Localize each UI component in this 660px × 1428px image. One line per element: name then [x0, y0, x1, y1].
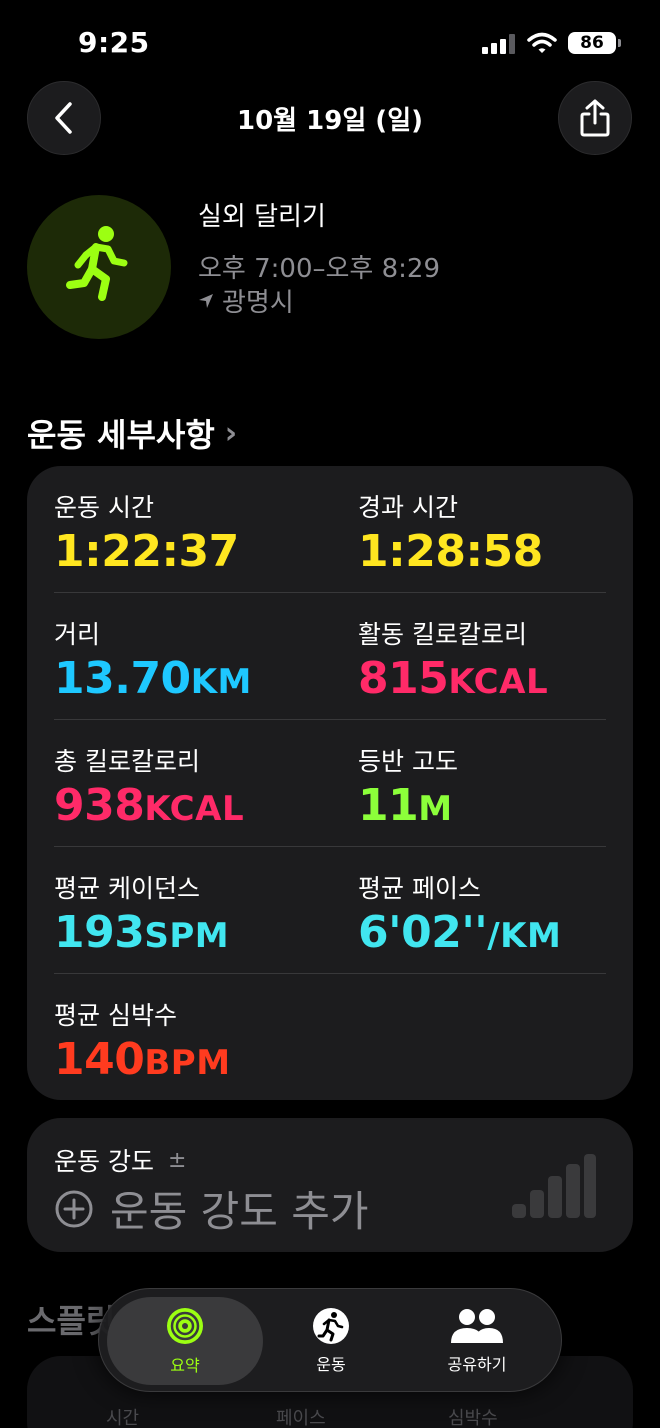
- status-time: 9:25: [78, 26, 150, 59]
- add-effort-label: 운동 강도 추가: [110, 1187, 369, 1236]
- plus-circle-icon: [55, 1190, 93, 1227]
- share-icon: [580, 99, 610, 137]
- workout-time-range: 오후 7:00–오후 8:29: [198, 254, 440, 284]
- metric-avg-heart-rate: 평균 심박수 140BPM: [54, 996, 231, 1085]
- metric-workout-time: 운동 시간 1:22:37: [54, 488, 239, 577]
- metric-label: 경과 시간: [358, 493, 458, 522]
- metric-value: 11M: [358, 780, 458, 831]
- metric-value: 193SPM: [54, 907, 229, 958]
- cellular-signal-icon: [482, 34, 516, 54]
- wifi-icon: [527, 32, 557, 58]
- workout-details-link[interactable]: 운동 세부사항 ›: [27, 410, 237, 456]
- tab-bar: 요약 운동 공유하기: [98, 1288, 562, 1392]
- metric-unit: SPM: [144, 916, 230, 956]
- metric-label: 활동 킬로칼로리: [358, 620, 527, 649]
- metric-active-calories: 활동 킬로칼로리 815KCAL: [358, 615, 548, 704]
- tab-workouts[interactable]: 운동: [263, 1289, 399, 1393]
- metric-number: 6'02'': [358, 907, 488, 958]
- effort-bars-icon: [512, 1154, 596, 1218]
- workout-name: 실외 달리기: [198, 202, 326, 232]
- divider: [54, 973, 606, 974]
- workout-details-card: 운동 시간 1:22:37 경과 시간 1:28:58 거리 13.70KM 활동 킬로칼로…: [27, 466, 633, 1100]
- effort-card[interactable]: 운동 강도 ± 운동 강도 추가: [27, 1118, 633, 1252]
- metric-unit: KCAL: [144, 789, 245, 829]
- workout-type-icon: [27, 195, 171, 339]
- metric-value: 1:28:58: [358, 526, 543, 577]
- splits-header-time: 시간: [106, 1408, 140, 1428]
- metric-label: 거리: [54, 620, 101, 649]
- metric-label: 등반 고도: [358, 747, 458, 776]
- metric-unit: /KM: [487, 916, 562, 956]
- metric-unit: M: [418, 789, 453, 829]
- metric-number: 193: [54, 907, 145, 958]
- battery-indicator: 86: [568, 32, 616, 54]
- runner-icon: [313, 1308, 349, 1344]
- metric-unit: KM: [190, 662, 252, 702]
- metric-label: 운동 시간: [54, 493, 154, 522]
- plus-minus-icon: ±: [167, 1147, 187, 1173]
- tab-summary-label: 요약: [170, 1356, 200, 1375]
- location-arrow-icon: [199, 293, 213, 308]
- metric-label: 총 킬로칼로리: [54, 747, 200, 776]
- divider: [54, 846, 606, 847]
- metric-value: 13.70KM: [54, 653, 252, 704]
- metric-label: 평균 케이던스: [54, 874, 200, 903]
- metric-unit: KCAL: [448, 662, 549, 702]
- metric-number: 938: [54, 780, 145, 831]
- metric-number: 1:28:58: [358, 526, 543, 577]
- splits-header-heart-rate: 심박수: [448, 1408, 498, 1428]
- effort-header: 운동 강도 ±: [54, 1142, 186, 1178]
- metric-value: 140BPM: [54, 1034, 231, 1085]
- metric-number: 140: [54, 1034, 145, 1085]
- splits-header-pace: 페이스: [276, 1408, 326, 1428]
- add-effort-button[interactable]: 운동 강도 추가: [54, 1178, 369, 1239]
- metric-avg-cadence: 평균 케이던스 193SPM: [54, 869, 229, 958]
- activity-rings-icon: [167, 1308, 203, 1344]
- share-button[interactable]: [558, 81, 632, 155]
- tab-workouts-label: 운동: [316, 1355, 346, 1374]
- metric-number: 13.70: [54, 653, 191, 704]
- runner-icon: [66, 226, 128, 301]
- tab-sharing-label: 공유하기: [447, 1355, 507, 1374]
- metric-value: 815KCAL: [358, 653, 548, 704]
- battery-tip: [618, 39, 621, 47]
- workout-location: 광명시: [198, 282, 294, 319]
- metric-number: 11: [358, 780, 419, 831]
- metric-label: 평균 심박수: [54, 1001, 177, 1030]
- metric-avg-pace: 평균 페이스 6'02''/KM: [358, 869, 561, 958]
- metric-number: 1:22:37: [54, 526, 239, 577]
- effort-label: 운동 강도: [54, 1147, 154, 1176]
- tab-sharing[interactable]: 공유하기: [399, 1289, 555, 1393]
- status-bar: 9:25 86: [0, 0, 660, 80]
- metric-total-calories: 총 킬로칼로리 938KCAL: [54, 742, 244, 831]
- people-icon: [451, 1309, 503, 1343]
- metric-value: 6'02''/KM: [358, 907, 561, 958]
- location-label: 광명시: [222, 288, 294, 318]
- tab-summary[interactable]: 요약: [107, 1289, 263, 1393]
- metric-label: 평균 페이스: [358, 874, 481, 903]
- metric-value: 938KCAL: [54, 780, 244, 831]
- metric-elevation-gain: 등반 고도 11M: [358, 742, 458, 831]
- metric-distance: 거리 13.70KM: [54, 615, 252, 704]
- section-title: 운동 세부사항: [27, 416, 215, 454]
- divider: [54, 719, 606, 720]
- metric-number: 815: [358, 653, 449, 704]
- metric-elapsed-time: 경과 시간 1:28:58: [358, 488, 543, 577]
- chevron-right-icon: ›: [224, 415, 238, 451]
- divider: [54, 592, 606, 593]
- metric-unit: BPM: [144, 1043, 231, 1083]
- metric-value: 1:22:37: [54, 526, 239, 577]
